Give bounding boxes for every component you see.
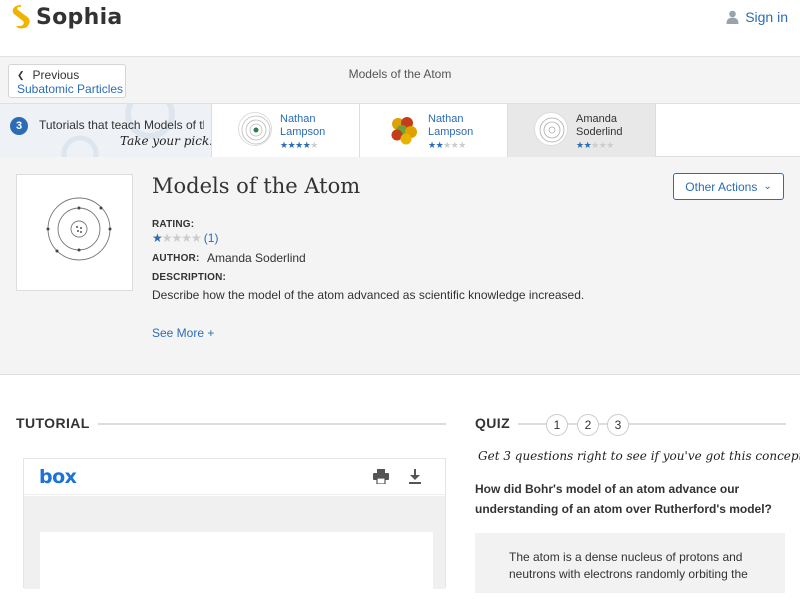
tutorial-option-3-selected[interactable]: Amanda Soderlind ★★★★★	[508, 104, 656, 157]
atom-rings-icon	[534, 112, 568, 146]
tutorial-author: Amanda Soderlind	[576, 113, 623, 138]
viewer-content-area[interactable]	[24, 496, 445, 612]
tutorial-option-2[interactable]: Nathan Lampson ★★★★★	[360, 104, 508, 157]
other-actions-button[interactable]: Other Actions ⌄	[673, 173, 784, 200]
tutorial-title: Models of the Atom	[152, 174, 361, 198]
rating-count[interactable]: (1)	[204, 231, 219, 245]
quiz-question-1[interactable]: 1	[546, 414, 568, 436]
user-icon	[726, 10, 739, 24]
tutorial-thumbnail	[16, 174, 133, 291]
other-actions-label: Other Actions	[685, 179, 758, 194]
picker-intro: 3 Tutorials that teach Models of the Ato…	[0, 104, 212, 157]
rating-stars[interactable]: ★ ★★★★ (1)	[152, 231, 218, 245]
tutorial-info-panel: Models of the Atom Other Actions ⌄ RATIN…	[0, 157, 800, 375]
quiz-tagline: Get 3 questions right to see if you've g…	[478, 449, 800, 463]
tutorial-author: Nathan Lampson	[428, 113, 474, 138]
quiz-question-3[interactable]: 3	[607, 414, 629, 436]
sophia-logo[interactable]: Sophia	[10, 4, 123, 30]
site-header: Sophia Sign in	[0, 0, 800, 57]
quiz-heading: QUIZ	[475, 415, 511, 431]
tutorial-divider	[98, 423, 446, 425]
description-text: Describe how the model of the atom advan…	[152, 288, 585, 302]
atom-nucleus-model-icon	[386, 112, 420, 146]
tutorial-rating-stars: ★★★★★	[280, 140, 318, 150]
document-viewer: box	[23, 458, 446, 612]
picker-description: Tutorials that teach Models of the Atom	[39, 118, 204, 132]
brand-name: Sophia	[36, 4, 123, 30]
document-page	[40, 532, 433, 612]
print-icon[interactable]	[373, 469, 389, 484]
tutorial-author: Nathan Lampson	[280, 113, 326, 138]
chevron-left-icon: ❮	[17, 70, 25, 80]
chevron-down-icon: ⌄	[763, 181, 772, 192]
breadcrumb-bar: Models of the Atom ❮ Previous Subatomic …	[0, 57, 800, 104]
rating-label: RATING:	[152, 219, 195, 230]
see-more-link[interactable]: See More +	[152, 326, 214, 340]
sophia-logo-icon	[12, 5, 30, 29]
tutorial-option-1[interactable]: Nathan Lampson ★★★★★	[212, 104, 360, 157]
tutorial-heading: TUTORIAL	[16, 415, 90, 431]
picker-tagline: Take your pick:	[120, 134, 212, 148]
author-name: Amanda Soderlind	[207, 251, 306, 265]
previous-tutorial-button[interactable]: ❮ Previous Subatomic Particles	[8, 64, 126, 98]
previous-topic-link: Subatomic Particles	[17, 82, 124, 96]
quiz-question-2[interactable]: 2	[577, 414, 599, 436]
author-label: AUTHOR:	[152, 253, 200, 264]
description-label: DESCRIPTION:	[152, 272, 227, 283]
atom-diagram-icon	[238, 112, 272, 146]
tutorial-rating-stars: ★★★★★	[428, 140, 466, 150]
sign-in-label: Sign in	[745, 9, 788, 25]
answer-option-text: The atom is a dense nucleus of protons a…	[509, 550, 748, 581]
previous-label: Previous	[32, 68, 80, 82]
quiz-answer-option[interactable]: The atom is a dense nucleus of protons a…	[475, 533, 785, 593]
tutorial-count-badge: 3	[10, 117, 28, 135]
previous-row: ❮ Previous	[17, 68, 79, 82]
box-logo: box	[39, 466, 77, 488]
sign-in-link[interactable]: Sign in	[726, 9, 788, 25]
viewer-toolbar: box	[24, 459, 445, 495]
tutorial-picker: 3 Tutorials that teach Models of the Ato…	[0, 104, 800, 157]
tutorial-rating-stars: ★★★★★	[576, 140, 614, 150]
quiz-question-text: How did Bohr's model of an atom advance …	[475, 482, 772, 516]
atom-model-icon	[46, 197, 112, 261]
download-icon[interactable]	[408, 469, 422, 484]
